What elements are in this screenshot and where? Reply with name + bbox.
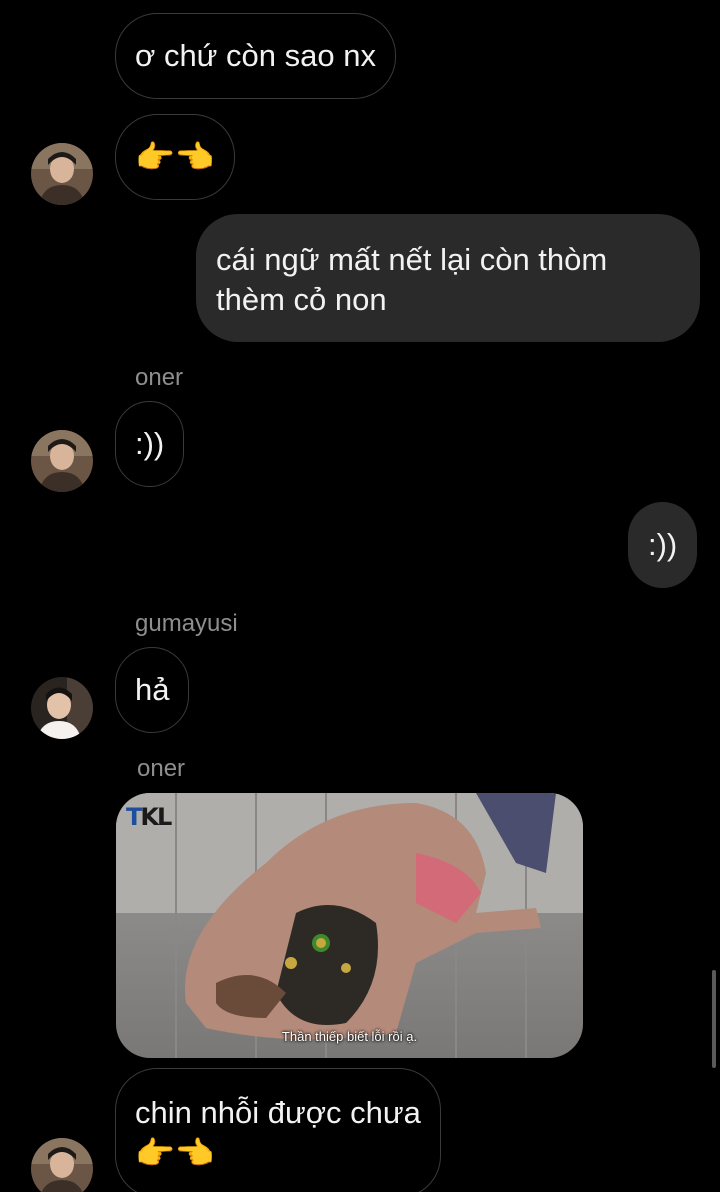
message-text-line-1: cái ngữ mất nết lại còn thòm [216,242,608,277]
message-text-line-2: thèm cỏ non [216,282,387,317]
scrollbar[interactable] [712,970,716,1068]
sender-name: oner [137,755,186,782]
message-bubble-incoming[interactable]: :)) [115,401,185,487]
avatar-oner[interactable] [31,430,93,492]
sender-name: gumayusi [135,610,238,637]
message-bubble-outgoing[interactable]: :)) [628,502,698,588]
image-caption: Thần thiếp biết lỗi rồi ạ. [281,1029,418,1044]
avatar-oner[interactable] [31,143,93,205]
watermark-logo: TKL [126,803,172,831]
message-text: :)) [648,527,678,562]
message-text: :)) [135,426,165,461]
message-bubble-outgoing[interactable]: cái ngữ mất nết lại còn thòm thèm cỏ non [196,214,700,342]
avatar-oner[interactable] [31,1138,93,1192]
avatar-gumayusi[interactable] [31,677,93,739]
message-text: hả [135,672,170,707]
message-bubble-incoming[interactable]: ơ chứ còn sao nx [115,13,396,99]
message-text: ơ chứ còn sao nx [135,38,376,73]
pointing-fingers-emoji: 👉👈 [135,139,215,175]
image-message[interactable]: TKL Thần thiếp biết lỗi rồi ạ. [116,793,583,1058]
message-text: chin nhỗi được chưa [135,1095,421,1130]
message-bubble-incoming[interactable]: chin nhỗi được chưa 👉👈 [115,1068,441,1192]
pointing-fingers-emoji: 👉👈 [135,1135,215,1171]
sender-name: oner [135,364,184,391]
message-bubble-incoming[interactable]: hả [115,647,190,733]
message-bubble-incoming[interactable]: 👉👈 [115,114,235,200]
chat-screen: ơ chứ còn sao nx 👉👈 cái ngữ mất nết lại … [0,0,720,1192]
